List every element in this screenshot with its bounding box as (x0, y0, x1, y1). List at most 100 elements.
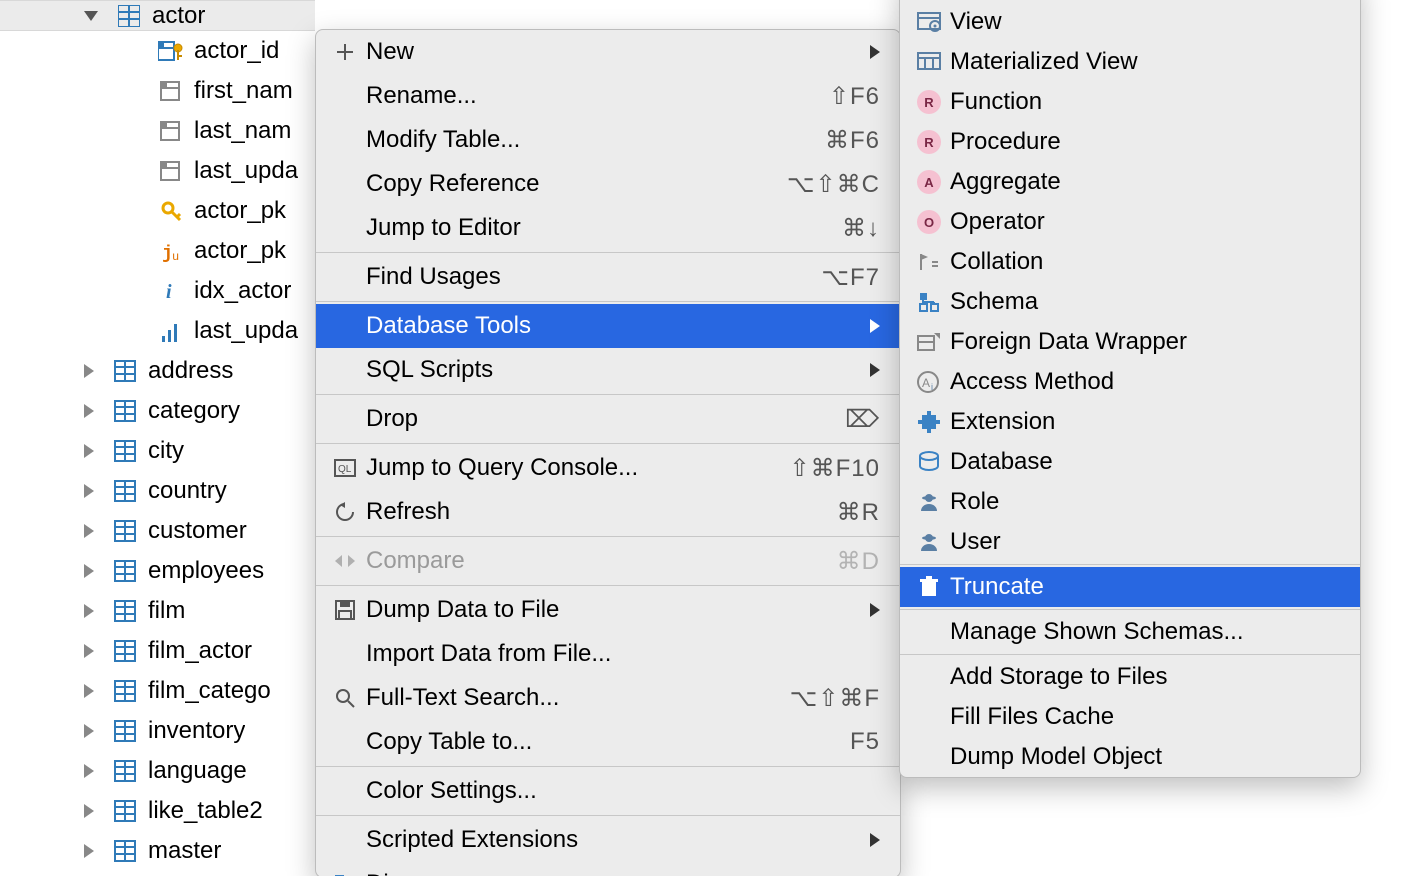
tree-table-node-actor[interactable]: actor (0, 0, 315, 31)
submenu-item-schema[interactable]: Schema (900, 282, 1360, 322)
submenu-item-function[interactable]: RFunction (900, 82, 1360, 122)
tree-table-employees[interactable]: employees (0, 551, 315, 591)
tree-node-label: film_actor (148, 637, 252, 665)
table-icon (112, 678, 138, 704)
column-icon: i (158, 278, 184, 304)
submenu-item-procedure[interactable]: RProcedure (900, 122, 1360, 162)
menu-item-label: Function (944, 88, 1338, 116)
submenu-item-dump-model-object[interactable]: Dump Model Object (900, 737, 1360, 777)
context-menu[interactable]: NewRename...⇧F6Modify Table...⌘F6Copy Re… (315, 29, 901, 876)
menu-item-modify-table[interactable]: Modify Table...⌘F6 (316, 118, 900, 162)
tree-table-film[interactable]: film (0, 591, 315, 631)
menu-item-full-text-search[interactable]: Full-Text Search...⌥⇧⌘F (316, 676, 900, 720)
tree-table-like_table2[interactable]: like_table2 (0, 791, 315, 831)
menu-separator (316, 394, 900, 395)
menu-item-find-usages[interactable]: Find Usages⌥F7 (316, 255, 900, 299)
menu-item-dump-data-to-file[interactable]: Dump Data to File (316, 588, 900, 632)
tree-table-film_actor[interactable]: film_actor (0, 631, 315, 671)
menu-item-label: Collation (944, 248, 1338, 276)
chevron-right-icon (84, 604, 94, 618)
tree-table-film_catego[interactable]: film_catego (0, 671, 315, 711)
tree-node-label: customer (148, 517, 247, 545)
submenu-item-add-storage-to-files[interactable]: Add Storage to Files (900, 657, 1360, 697)
submenu-item-operator[interactable]: OOperator (900, 202, 1360, 242)
menu-item-import-data-from-file[interactable]: Import Data from File... (316, 632, 900, 676)
tree-table-city[interactable]: city (0, 431, 315, 471)
menu-item-rename[interactable]: Rename...⇧F6 (316, 74, 900, 118)
menu-item-compare: Compare⌘D (316, 539, 900, 583)
submenu-item-database[interactable]: Database (900, 442, 1360, 482)
refresh-icon (330, 502, 360, 522)
tree-column-idx_actor[interactable]: iidx_actor (0, 271, 315, 311)
menu-item-color-settings[interactable]: Color Settings... (316, 769, 900, 813)
tree-table-country[interactable]: country (0, 471, 315, 511)
submenu-item-extension[interactable]: Extension (900, 402, 1360, 442)
menu-item-label: Color Settings... (360, 777, 880, 805)
menu-shortcut: ⌘R (837, 498, 880, 527)
submenu-item-collation[interactable]: Collation (900, 242, 1360, 282)
column-icon (158, 78, 184, 104)
menu-item-label: Modify Table... (360, 126, 825, 154)
menu-item-label: Import Data from File... (360, 640, 880, 668)
submenu-item-materialized-view[interactable]: Materialized View (900, 42, 1360, 82)
menu-item-diagrams[interactable]: Diagrams (316, 862, 900, 876)
menu-item-jump-to-query-console[interactable]: QLJump to Query Console...⇧⌘F10 (316, 446, 900, 490)
tree-column-last_nam[interactable]: last_nam (0, 111, 315, 151)
menu-item-new[interactable]: New (316, 30, 900, 74)
menu-item-label: Foreign Data Wrapper (944, 328, 1338, 356)
tree-column-first_nam[interactable]: first_nam (0, 71, 315, 111)
tree-column-last_upda[interactable]: last_upda (0, 151, 315, 191)
tree-table-category[interactable]: category (0, 391, 315, 431)
tree-column-last_upda[interactable]: last_upda (0, 311, 315, 351)
tree-node-label: country (148, 477, 227, 505)
submenu-item-fill-files-cache[interactable]: Fill Files Cache (900, 697, 1360, 737)
tree-table-address[interactable]: address (0, 351, 315, 391)
menu-item-sql-scripts[interactable]: SQL Scripts (316, 348, 900, 392)
submenu-item-role[interactable]: Role (900, 482, 1360, 522)
ide-window: actor actor_idfirst_namlast_namlast_upda… (0, 0, 1412, 876)
menu-item-label: Dump Data to File (360, 596, 856, 624)
database-tools-submenu[interactable]: Foreign TableViewMaterialized ViewRFunct… (899, 0, 1361, 778)
submenu-item-aggregate[interactable]: AAggregate (900, 162, 1360, 202)
tree-node-label: actor_pk (194, 237, 286, 265)
submenu-item-user[interactable]: User (900, 522, 1360, 562)
menu-item-copy-reference[interactable]: Copy Reference⌥⇧⌘C (316, 162, 900, 206)
submenu-item-view[interactable]: View (900, 2, 1360, 42)
menu-item-label: Schema (944, 288, 1338, 316)
menu-item-refresh[interactable]: Refresh⌘R (316, 490, 900, 534)
menu-item-drop[interactable]: Drop⌦ (316, 397, 900, 441)
save-icon (330, 600, 360, 620)
menu-item-jump-to-editor[interactable]: Jump to Editor⌘↓ (316, 206, 900, 250)
menu-item-copy-table-to[interactable]: Copy Table to...F5 (316, 720, 900, 764)
tree-node-label: last_upda (194, 317, 298, 345)
submenu-item-access-method[interactable]: AiAccess Method (900, 362, 1360, 402)
menu-item-label: Copy Reference (360, 170, 787, 198)
menu-item-label: Refresh (360, 498, 837, 526)
submenu-item-truncate[interactable]: Truncate (900, 567, 1360, 607)
tree-node-label: actor (152, 2, 205, 30)
column-icon (158, 158, 184, 184)
menu-item-label: Dump Model Object (944, 743, 1338, 771)
compare-icon (330, 552, 360, 570)
column-icon (158, 38, 184, 64)
tree-node-label: address (148, 357, 233, 385)
tree-table-inventory[interactable]: inventory (0, 711, 315, 751)
submenu-item-manage-shown-schemas[interactable]: Manage Shown Schemas... (900, 612, 1360, 652)
menu-separator (316, 252, 900, 253)
tree-column-actor_id[interactable]: actor_id (0, 31, 315, 71)
menu-item-database-tools[interactable]: Database Tools (316, 304, 900, 348)
chevron-right-icon (84, 364, 94, 378)
menu-item-label: Materialized View (944, 48, 1338, 76)
submenu-item-foreign-data-wrapper[interactable]: Foreign Data Wrapper (900, 322, 1360, 362)
menu-item-scripted-extensions[interactable]: Scripted Extensions (316, 818, 900, 862)
database-tree[interactable]: actor actor_idfirst_namlast_namlast_upda… (0, 0, 315, 876)
tree-node-label: film_catego (148, 677, 271, 705)
tree-table-master[interactable]: master (0, 831, 315, 871)
tree-table-language[interactable]: language (0, 751, 315, 791)
submenu-arrow-icon (870, 319, 880, 333)
chevron-right-icon (84, 724, 94, 738)
tree-column-actor_pk[interactable]: actor_pk (0, 191, 315, 231)
tree-table-customer[interactable]: customer (0, 511, 315, 551)
tree-column-actor_pk[interactable]: juactor_pk (0, 231, 315, 271)
column-icon (158, 198, 184, 224)
